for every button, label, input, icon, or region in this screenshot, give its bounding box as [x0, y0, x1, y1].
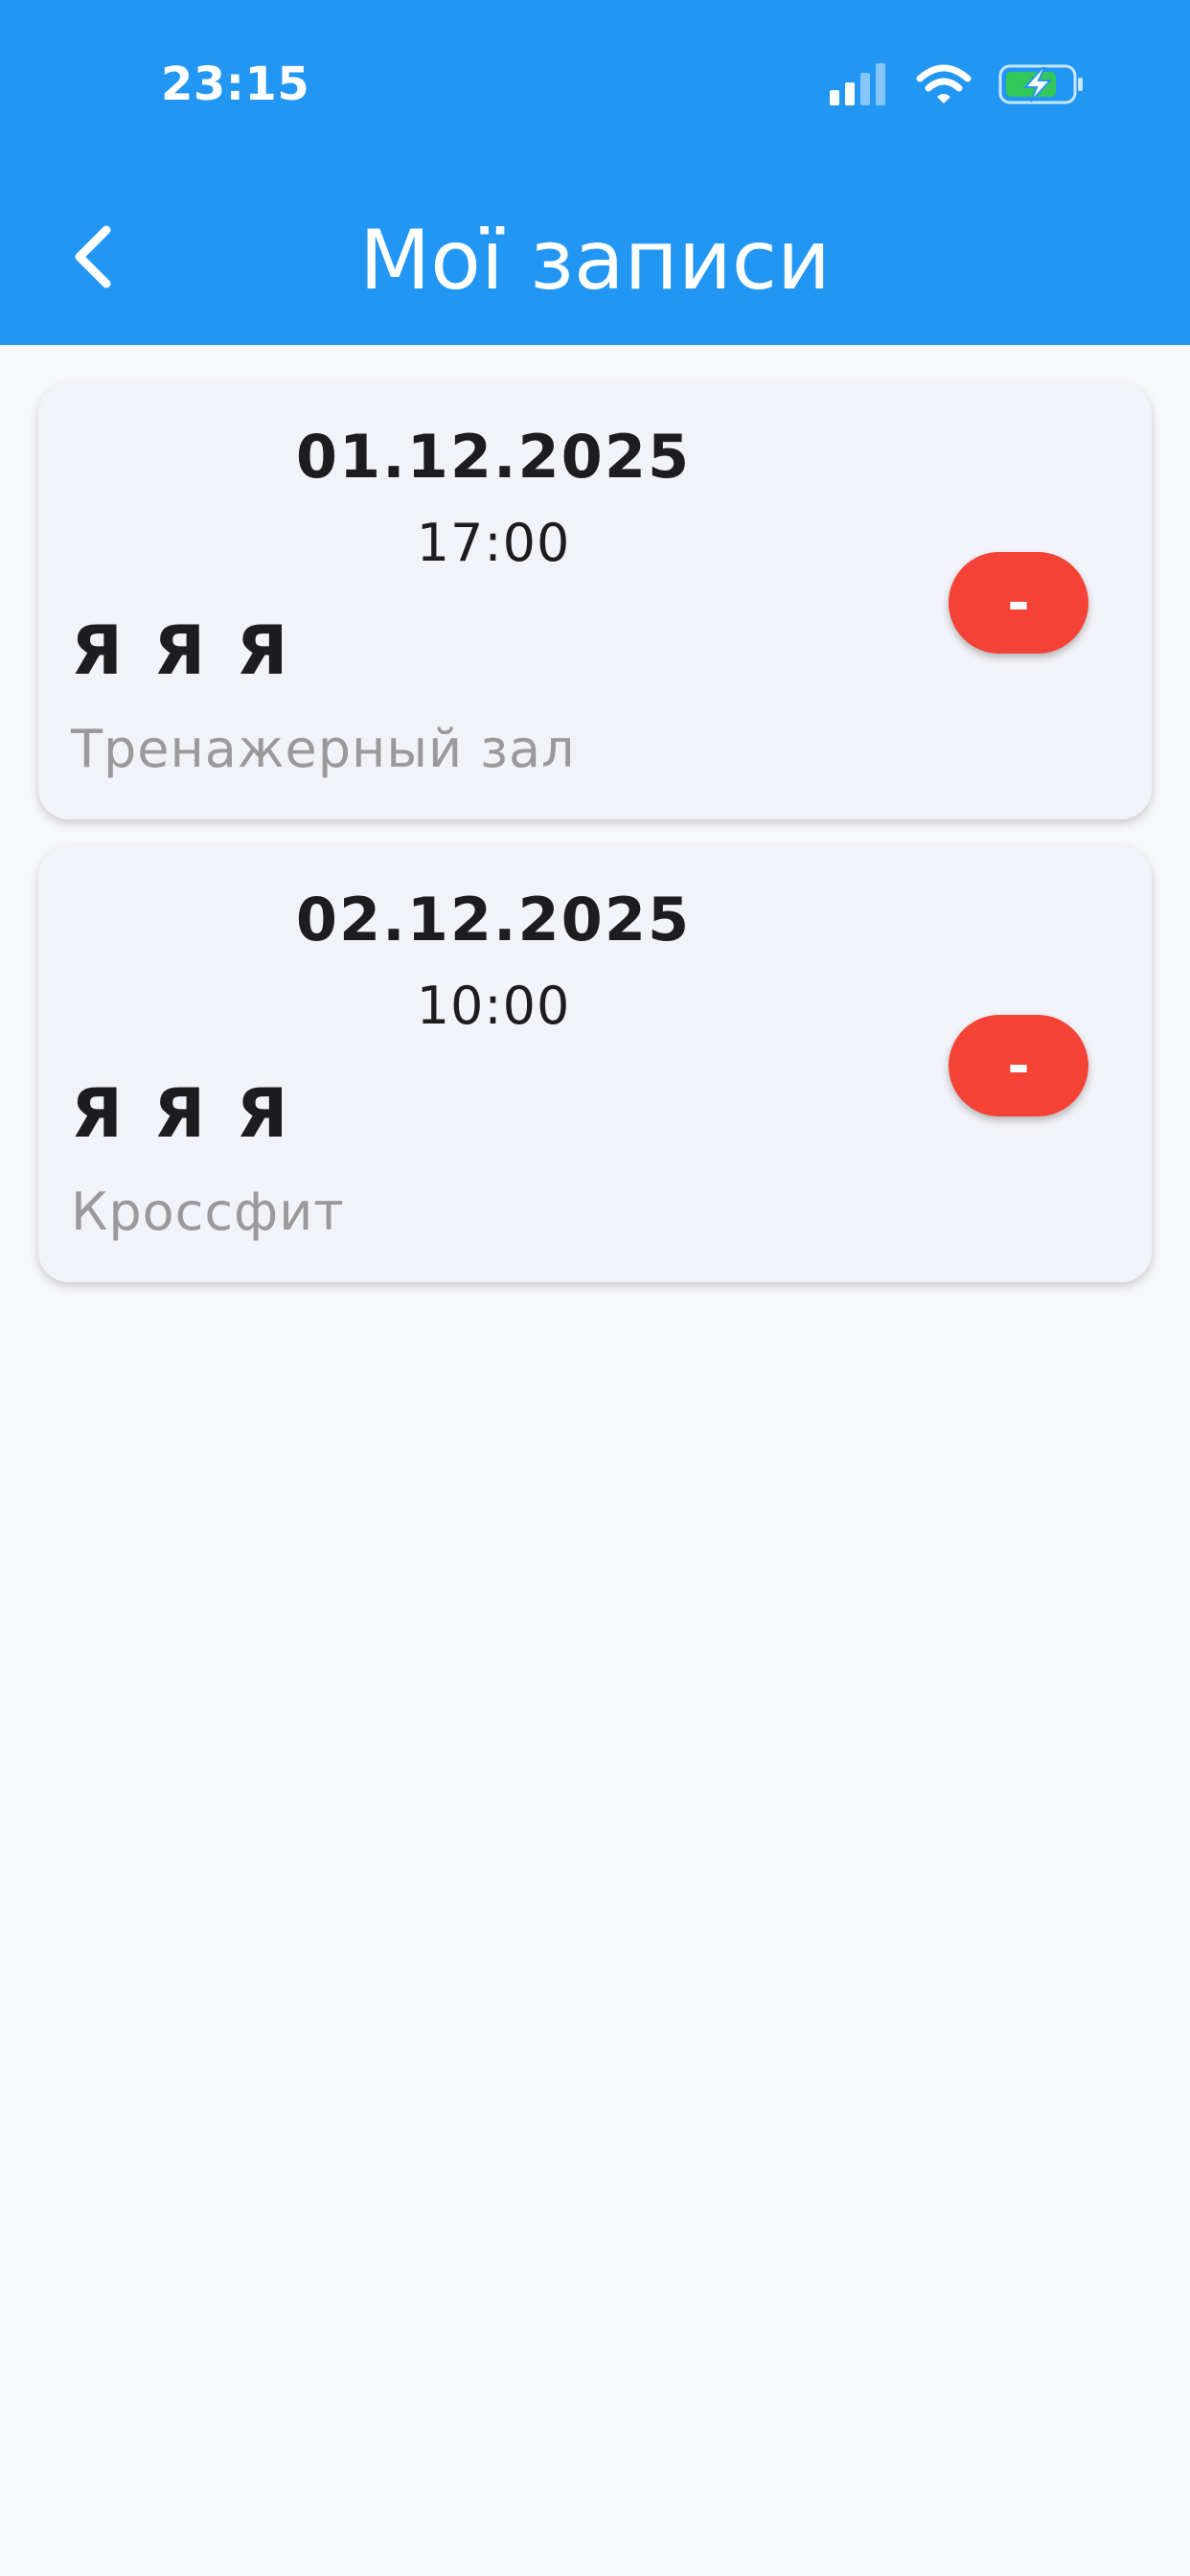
booking-client-name: Я Я Я — [71, 1074, 292, 1153]
remove-booking-button[interactable]: - — [949, 552, 1088, 654]
status-icons — [830, 63, 1085, 110]
wifi-icon — [916, 63, 972, 110]
booking-list: 01.12.2025 17:00 Я Я Я Тренажерный зал -… — [38, 383, 1152, 1309]
booking-card: 02.12.2025 10:00 Я Я Я Кроссфит - — [38, 846, 1152, 1282]
booking-card: 01.12.2025 17:00 Я Я Я Тренажерный зал - — [38, 383, 1152, 819]
page-title: Мої записи — [359, 213, 831, 309]
booking-date: 01.12.2025 — [295, 422, 692, 492]
status-time: 23:15 — [161, 58, 310, 111]
booking-time: 17:00 — [416, 513, 571, 573]
booking-client-name: Я Я Я — [71, 611, 292, 690]
cellular-signal-icon — [830, 63, 889, 110]
booking-time: 10:00 — [416, 976, 571, 1036]
battery-charging-icon — [998, 63, 1085, 110]
booking-activity: Тренажерный зал — [71, 719, 576, 779]
app-bar: 23:15 Мої записи — [0, 0, 1190, 345]
remove-booking-button[interactable]: - — [949, 1015, 1088, 1116]
booking-date: 02.12.2025 — [295, 885, 692, 954]
booking-activity: Кроссфит — [71, 1182, 345, 1242]
